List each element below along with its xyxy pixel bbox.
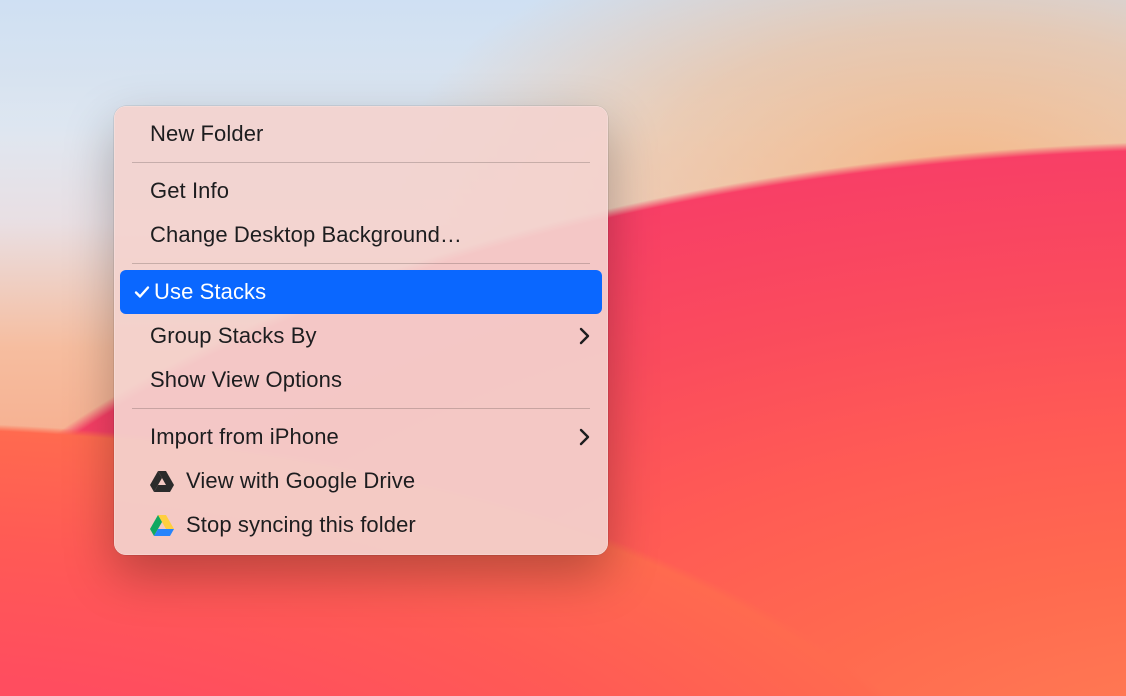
menu-item-stop-syncing-this-folder[interactable]: Stop syncing this folder <box>114 503 608 547</box>
menu-item-label: Use Stacks <box>152 279 590 305</box>
chevron-right-icon <box>579 327 590 345</box>
menu-separator <box>132 162 590 163</box>
desktop-context-menu: New Folder Get Info Change Desktop Backg… <box>114 106 608 555</box>
menu-item-label: Stop syncing this folder <box>186 512 590 538</box>
menu-item-change-desktop-background[interactable]: Change Desktop Background… <box>114 213 608 257</box>
menu-item-label: View with Google Drive <box>186 468 590 494</box>
menu-item-show-view-options[interactable]: Show View Options <box>114 358 608 402</box>
menu-item-label: Change Desktop Background… <box>132 222 590 248</box>
menu-item-view-with-google-drive[interactable]: View with Google Drive <box>114 459 608 503</box>
menu-item-label: Show View Options <box>132 367 590 393</box>
menu-item-label: Import from iPhone <box>132 424 579 450</box>
checkmark-icon <box>132 284 152 300</box>
menu-separator <box>132 408 590 409</box>
menu-separator <box>132 263 590 264</box>
menu-item-new-folder[interactable]: New Folder <box>114 112 608 156</box>
menu-item-group-stacks-by[interactable]: Group Stacks By <box>114 314 608 358</box>
google-drive-dark-icon <box>150 470 180 492</box>
google-drive-color-icon <box>150 514 180 536</box>
chevron-right-icon <box>579 428 590 446</box>
menu-item-import-from-iphone[interactable]: Import from iPhone <box>114 415 608 459</box>
menu-item-use-stacks[interactable]: Use Stacks <box>120 270 602 314</box>
desktop-wallpaper[interactable]: New Folder Get Info Change Desktop Backg… <box>0 0 1126 696</box>
menu-item-get-info[interactable]: Get Info <box>114 169 608 213</box>
menu-item-label: Get Info <box>132 178 590 204</box>
menu-item-label: Group Stacks By <box>132 323 579 349</box>
menu-item-label: New Folder <box>132 121 590 147</box>
